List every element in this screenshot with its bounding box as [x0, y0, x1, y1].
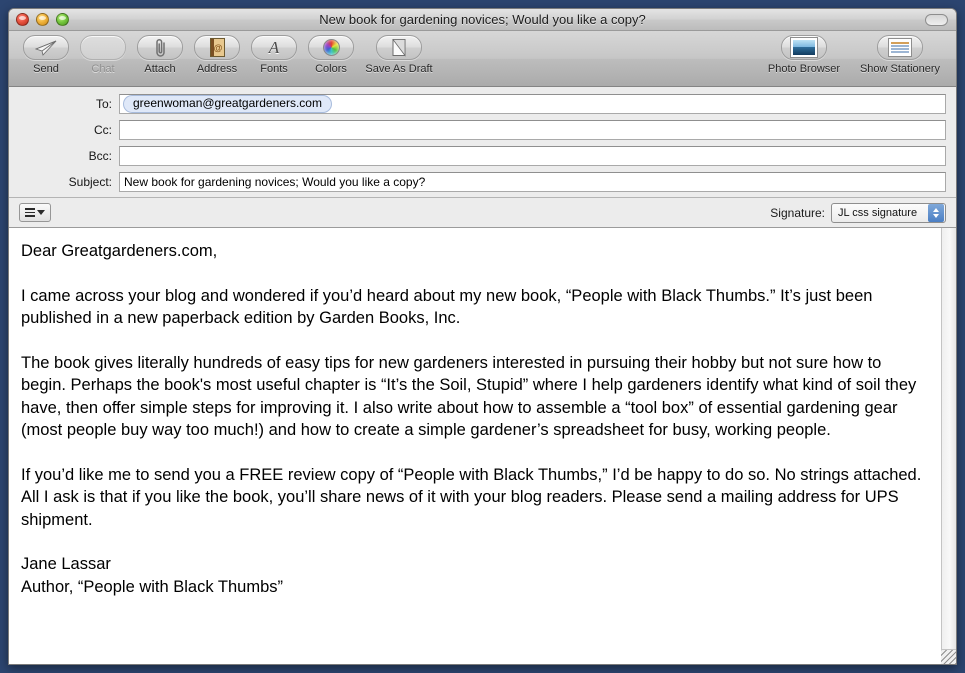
font-a-icon: A [251, 35, 297, 60]
compose-header-fields: To: greenwoman@greatgardeners.com Cc: Bc… [9, 87, 956, 198]
subject-field-row: Subject: New book for gardening novices;… [19, 171, 946, 192]
bcc-label: Bcc: [88, 148, 112, 163]
window-titlebar[interactable]: New book for gardening novices; Would yo… [9, 9, 956, 31]
save-as-draft-label: Save As Draft [365, 63, 433, 75]
chat-label: Chat [91, 63, 115, 75]
signature-bar: Signature: JL css signature [9, 198, 956, 228]
address-book-glyph: @ [209, 38, 225, 57]
photo-browser-icon [781, 35, 827, 60]
body-vertical-scrollbar[interactable] [941, 228, 956, 664]
signature-select[interactable]: JL css signature [831, 202, 946, 223]
window-resize-grip[interactable] [941, 649, 956, 664]
close-button[interactable] [16, 13, 29, 26]
body-paragraph: Dear Greatgardeners.com, [21, 242, 218, 260]
stepper-up-icon[interactable] [933, 207, 939, 212]
send-button[interactable]: Send [19, 35, 73, 75]
paper-plane-icon [23, 35, 69, 60]
colors-button[interactable]: Colors [304, 35, 358, 75]
paperclip-icon [137, 35, 183, 60]
show-stationery-label: Show Stationery [859, 63, 941, 75]
fonts-button[interactable]: A Fonts [247, 35, 301, 75]
list-format-icon [25, 208, 35, 217]
chevron-down-icon [37, 210, 45, 215]
save-draft-icon [376, 35, 422, 60]
address-label: Address [196, 63, 238, 75]
signature-label: Signature: [770, 205, 825, 220]
stepper-down-icon[interactable] [933, 213, 939, 218]
paper-plane-glyph [35, 40, 57, 56]
signature-stepper-icon[interactable] [928, 203, 944, 222]
photo-browser-label: Photo Browser [767, 63, 841, 75]
address-book-icon: @ [194, 35, 240, 60]
attach-button[interactable]: Attach [133, 35, 187, 75]
bcc-field-row: Bcc: [19, 145, 946, 166]
toolbar-toggle-button[interactable] [925, 14, 948, 26]
chat-button[interactable]: Chat [76, 35, 130, 75]
signature-line: Jane Lassar [21, 555, 111, 573]
save-as-draft-button[interactable]: Save As Draft [361, 35, 437, 75]
chat-icon [80, 35, 126, 60]
send-label: Send [33, 63, 59, 75]
list-format-button[interactable] [19, 203, 51, 222]
fonts-label: Fonts [260, 63, 288, 75]
address-button[interactable]: @ Address [190, 35, 244, 75]
message-body-editor[interactable]: Dear Greatgardeners.com, I came across y… [9, 228, 941, 664]
signature-line: Author, “People with Black Thumbs” [21, 577, 283, 596]
attach-label: Attach [144, 63, 176, 75]
window-title: New book for gardening novices; Would yo… [319, 12, 646, 27]
photo-browser-button[interactable]: Photo Browser [766, 35, 842, 75]
signature-controls: Signature: JL css signature [770, 202, 946, 223]
paperclip-glyph [155, 38, 165, 57]
to-input[interactable]: greenwoman@greatgardeners.com [119, 93, 946, 114]
subject-label: Subject: [68, 174, 112, 189]
font-a-glyph: A [268, 38, 280, 57]
to-label: To: [95, 96, 112, 111]
compose-toolbar: Send Chat Attach @ Address A Fonts Color… [9, 31, 956, 87]
window-traffic-lights [16, 13, 69, 26]
colors-label: Colors [315, 63, 347, 75]
show-stationery-button[interactable]: Show Stationery [859, 35, 941, 75]
to-field-row: To: greenwoman@greatgardeners.com [19, 93, 946, 114]
message-body-area: Dear Greatgardeners.com, I came across y… [9, 228, 956, 664]
toolbar-left-group: Send Chat Attach @ Address A Fonts Color… [19, 35, 437, 75]
photo-browser-glyph [790, 37, 818, 58]
signature-selected-value: JL css signature [838, 206, 918, 219]
cc-label: Cc: [94, 122, 112, 137]
toolbar-right-group: Photo Browser Show Stationery [766, 35, 946, 75]
minimize-button[interactable] [36, 13, 49, 26]
stationery-glyph [888, 38, 912, 57]
subject-input[interactable]: New book for gardening novices; Would yo… [119, 171, 946, 192]
bcc-input[interactable] [119, 145, 946, 166]
stationery-icon [877, 35, 923, 60]
body-paragraph: The book gives literally hundreds of eas… [21, 353, 917, 440]
zoom-button[interactable] [56, 13, 69, 26]
color-wheel-icon [308, 35, 354, 60]
save-draft-glyph [392, 39, 406, 57]
cc-input[interactable] [119, 119, 946, 140]
body-paragraph: If you’d like me to send you a FREE revi… [21, 465, 922, 529]
cc-field-row: Cc: [19, 119, 946, 140]
color-wheel-glyph [322, 39, 340, 56]
mail-compose-window: New book for gardening novices; Would yo… [8, 8, 957, 665]
body-paragraph: I came across your blog and wondered if … [21, 286, 873, 328]
recipient-token[interactable]: greenwoman@greatgardeners.com [123, 94, 332, 113]
